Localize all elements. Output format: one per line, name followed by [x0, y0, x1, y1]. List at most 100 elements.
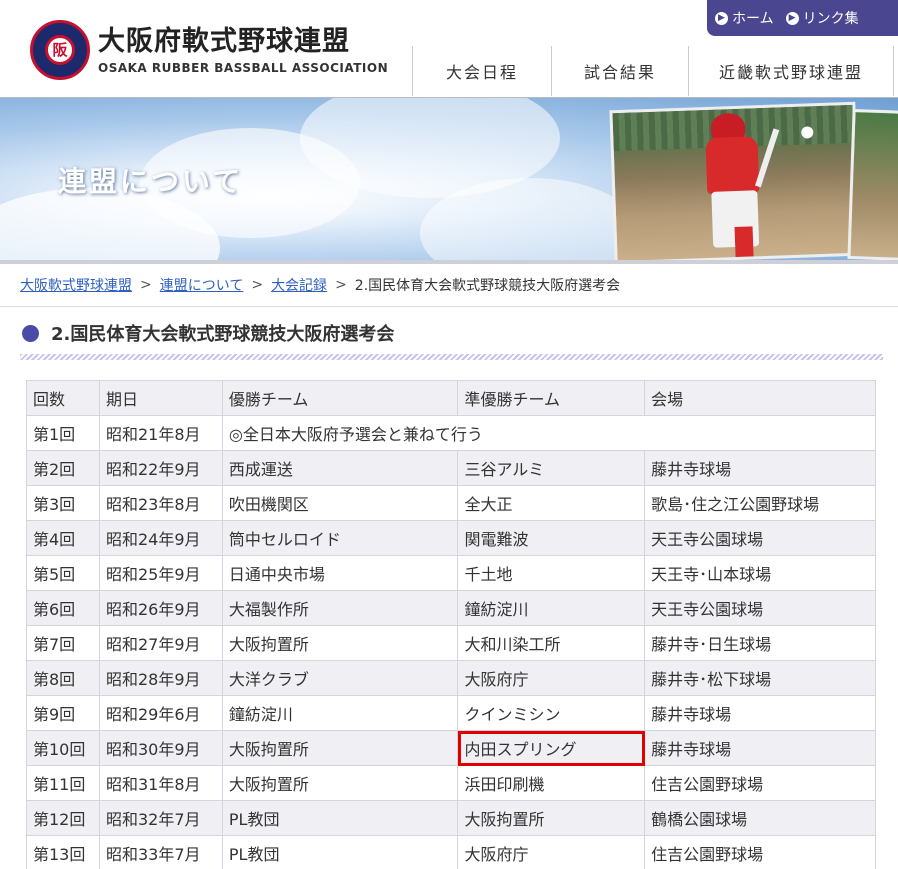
- cell-date: 昭和21年8月: [98, 415, 223, 451]
- cell-runner-up-highlighted: 内田スプリング: [457, 730, 646, 766]
- cell-venue: 天王寺公園球場: [644, 590, 876, 626]
- nav-item-kinki[interactable]: 近畿軟式野球連盟: [688, 46, 894, 96]
- nav-item-results[interactable]: 試合結果: [551, 46, 688, 96]
- table-row: 第3回 昭和23年8月 吹田機関区 全大正 歌島･住之江公園野球場: [26, 485, 876, 521]
- cell-date: 昭和33年7月: [98, 835, 223, 869]
- table-row: 第4回 昭和24年9月 筒中セルロイド 関電難波 天王寺公園球場: [26, 520, 876, 556]
- cell-date: 昭和26年9月: [98, 590, 223, 626]
- cell-winner: 鐘紡淀川: [221, 695, 459, 731]
- table-row: 第1回 昭和21年8月 ◎全日本大阪府予選会と兼ねて行う: [26, 415, 877, 451]
- links-page-link[interactable]: ▶ リンク集: [785, 8, 859, 28]
- cell-venue: 藤井寺球場: [644, 695, 876, 731]
- breadcrumb-link-about[interactable]: 連盟について: [160, 275, 244, 295]
- table-row: 第10回 昭和30年9月 大阪拘置所 内田スプリング 藤井寺球場: [26, 730, 876, 766]
- cell-round: 第11回: [26, 765, 100, 801]
- batter-photo: [609, 101, 861, 260]
- table-row: 第13回 昭和33年7月 PL教団 大阪府庁 住吉公園野球場: [26, 835, 876, 869]
- cell-runner-up: 大和川染工所: [457, 625, 646, 661]
- cell-date: 昭和28年9月: [98, 660, 223, 696]
- cell-runner-up: 鐘紡淀川: [457, 590, 646, 626]
- links-page-label: リンク集: [802, 11, 859, 27]
- breadcrumb-current: 2.国民体育大会軟式野球競技大阪府選考会: [354, 278, 621, 294]
- cell-venue: 藤井寺･松下球場: [644, 660, 876, 696]
- table-row: 第11回 昭和31年8月 大阪拘置所 浜田印刷機 住吉公園野球場: [26, 765, 876, 801]
- breadcrumb: 大阪軟式野球連盟 > 連盟について > 大会記録 > 2.国民体育大会軟式野球競…: [0, 260, 898, 306]
- cell-round: 第2回: [26, 450, 100, 486]
- cell-date: 昭和30年9月: [98, 730, 223, 766]
- cell-runner-up: クインミシン: [457, 695, 646, 731]
- cell-winner: 大阪拘置所: [221, 625, 459, 661]
- divider: [0, 306, 898, 307]
- cell-date: 昭和29年6月: [98, 695, 223, 731]
- breadcrumb-link-records[interactable]: 大会記録: [271, 275, 327, 295]
- arrow-circle-icon: ▶: [785, 11, 799, 25]
- cell-venue: 藤井寺球場: [644, 730, 876, 766]
- breadcrumb-link-home[interactable]: 大阪軟式野球連盟: [20, 275, 132, 295]
- home-link-label: ホーム: [732, 11, 774, 27]
- column-header-venue: 会場: [644, 380, 876, 416]
- table-row: 第8回 昭和28年9月 大洋クラブ 大阪府庁 藤井寺･松下球場: [26, 660, 876, 696]
- site-logo[interactable]: 阪 大阪府軟式野球連盟 OSAKA RUBBER BASSBALL ASSOCI…: [30, 20, 388, 80]
- results-table: 回数 期日 優勝チーム 準優勝チーム 会場 第1回 昭和21年8月 ◎全日本大阪…: [26, 380, 877, 869]
- cell-venue: 天王寺･山本球場: [644, 555, 876, 591]
- field-photo: [847, 108, 898, 260]
- cell-winner: PL教団: [221, 835, 459, 869]
- breadcrumb-separator: >: [251, 277, 264, 293]
- cell-round: 第1回: [26, 415, 100, 451]
- main-nav: 大会日程 試合結果 近畿軟式野球連盟: [412, 46, 894, 96]
- cell-venue: 住吉公園野球場: [644, 835, 876, 869]
- cell-date: 昭和23年8月: [98, 485, 223, 521]
- cell-round: 第3回: [26, 485, 100, 521]
- home-link[interactable]: ▶ ホーム: [715, 8, 774, 28]
- cell-runner-up: 大阪府庁: [457, 660, 646, 696]
- breadcrumb-separator: >: [140, 277, 152, 293]
- cell-round: 第5回: [26, 555, 100, 591]
- cell-date: 昭和22年9月: [98, 450, 223, 486]
- page-title-text: 2.国民体育大会軟式野球競技大阪府選考会: [51, 324, 395, 345]
- cell-runner-up: 全大正: [457, 485, 646, 521]
- cell-venue: 藤井寺球場: [644, 450, 876, 486]
- logo-emblem-icon: 阪: [30, 20, 90, 80]
- nav-item-schedule[interactable]: 大会日程: [412, 46, 551, 96]
- cell-winner: 筒中セルロイド: [221, 520, 459, 556]
- cell-round: 第8回: [26, 660, 100, 696]
- page-title: 2.国民体育大会軟式野球競技大阪府選考会: [22, 320, 394, 346]
- cell-date: 昭和25年9月: [98, 555, 223, 591]
- cell-runner-up: 関電難波: [457, 520, 646, 556]
- cell-venue: 天王寺公園球場: [644, 520, 876, 556]
- cell-round: 第6回: [26, 590, 100, 626]
- cell-round: 第12回: [26, 800, 100, 836]
- heading-divider: [20, 354, 883, 360]
- cell-winner: PL教団: [221, 800, 459, 836]
- cell-winner: 大阪拘置所: [221, 765, 459, 801]
- cell-winner: 日通中央市場: [221, 555, 459, 591]
- cell-runner-up: 浜田印刷機: [457, 765, 646, 801]
- table-header-row: 回数 期日 優勝チーム 準優勝チーム 会場: [26, 380, 876, 416]
- page-banner: 連盟について: [0, 98, 898, 260]
- bullet-circle-icon: [22, 324, 39, 342]
- column-header-round: 回数: [26, 380, 100, 416]
- cell-round: 第4回: [26, 520, 100, 556]
- cell-runner-up: 千土地: [457, 555, 646, 591]
- site-header: 阪 大阪府軟式野球連盟 OSAKA RUBBER BASSBALL ASSOCI…: [0, 0, 898, 98]
- table-row: 第6回 昭和26年9月 大福製作所 鐘紡淀川 天王寺公園球場: [26, 590, 876, 626]
- arrow-circle-icon: ▶: [715, 11, 728, 25]
- cell-date: 昭和32年7月: [98, 800, 223, 836]
- cell-venue: 歌島･住之江公園野球場: [644, 485, 876, 521]
- cell-winner: 大洋クラブ: [221, 660, 459, 696]
- cell-winner: 西成運送: [221, 450, 459, 486]
- cell-winner: 大福製作所: [221, 590, 459, 626]
- table-row: 第5回 昭和25年9月 日通中央市場 千土地 天王寺･山本球場: [26, 555, 876, 591]
- table-row: 第7回 昭和27年9月 大阪拘置所 大和川染工所 藤井寺･日生球場: [26, 625, 876, 661]
- breadcrumb-separator: >: [335, 277, 347, 293]
- table-row: 第12回 昭和32年7月 PL教団 大阪拘置所 鶴橋公園球場: [26, 800, 876, 836]
- logo-title-en: OSAKA RUBBER BASSBALL ASSOCIATION: [98, 61, 389, 75]
- column-header-runner-up: 準優勝チーム: [457, 380, 646, 416]
- cell-date: 昭和27年9月: [98, 625, 223, 661]
- cell-venue: 藤井寺･日生球場: [644, 625, 876, 661]
- cell-date: 昭和24年9月: [98, 520, 223, 556]
- cell-winner: 大阪拘置所: [221, 730, 459, 766]
- cell-winner: 吹田機関区: [221, 485, 459, 521]
- column-header-date: 期日: [98, 380, 223, 416]
- table-row: 第9回 昭和29年6月 鐘紡淀川 クインミシン 藤井寺球場: [26, 695, 876, 731]
